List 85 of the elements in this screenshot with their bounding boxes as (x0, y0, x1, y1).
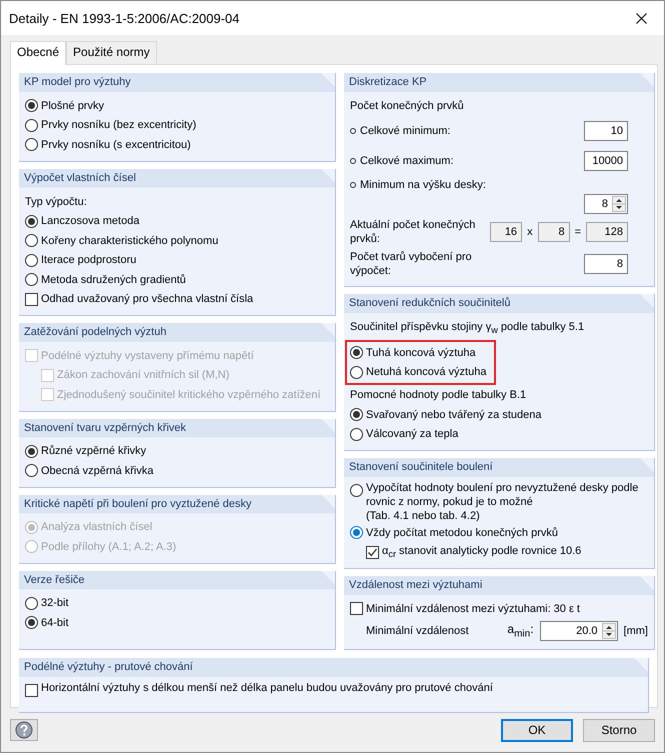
radio-button[interactable] (25, 273, 38, 286)
checkbox[interactable] (350, 602, 363, 616)
radio-label[interactable]: Tuhá koncová výztuha (366, 346, 476, 360)
radio-button[interactable] (25, 214, 38, 228)
radio-button[interactable] (25, 234, 38, 248)
radio-button[interactable] (25, 596, 38, 610)
field-label: Aktuální počet konečných prvků: (350, 218, 476, 246)
spinner-icon[interactable] (612, 196, 626, 212)
radio-button[interactable] (25, 616, 38, 630)
number-field[interactable]: 10000 (584, 151, 628, 171)
radio-button[interactable] (350, 366, 363, 379)
spin-box[interactable]: 20.0 (540, 620, 618, 641)
radio-label[interactable]: Iterace podprostoru (41, 253, 136, 268)
spin-box[interactable]: 8 (584, 194, 628, 214)
radio-label[interactable]: 32-bit (41, 596, 69, 610)
number-field: 128 (586, 222, 628, 242)
checkbox-label[interactable]: Odhad uvažovaný pro všechna vlastní čísla (41, 292, 254, 306)
tab[interactable]: Obecné (10, 41, 66, 65)
dialog-button[interactable]: OK (501, 718, 573, 742)
radio-button[interactable] (25, 118, 38, 132)
section-label: Pomocné hodnoty podle tabulky B.1 (350, 388, 528, 404)
dialog-button[interactable]: Storno (583, 718, 655, 742)
checkbox-label[interactable]: α$_{cr}$ stanovit analyticky podle rovnice 10.6 (382, 544, 582, 562)
group-header: Podélné výztuhy - prutové chování (19, 658, 648, 677)
radio-button[interactable] (350, 346, 363, 360)
radio-label[interactable]: Netuhá koncová výztuha (366, 365, 486, 380)
group-header: KP model pro výztuhy (19, 73, 335, 92)
field-label: Minimální vzdálenost (366, 624, 470, 637)
tab[interactable]: Použité normy (66, 41, 157, 64)
radio-label[interactable]: Vypočítat hodnoty boulení pro nevyztužené desky podle rovnic z normy, pokud je to možné (Tab. 4.1 nebo tab. 4.2) (366, 481, 648, 524)
radio-button[interactable] (350, 428, 363, 441)
group-header: Vzdálenost mezi výztuhami (344, 576, 654, 596)
symbol-label: a$_{min}$: (507, 622, 534, 640)
spinner-icon[interactable] (602, 622, 616, 639)
operator-sign: x (526, 226, 534, 238)
number-field[interactable]: 8 (584, 254, 628, 274)
radio-label[interactable]: Různé vzpěrné křivky (41, 444, 146, 458)
radio-label[interactable]: Prvky nosníku (bez excentricity) (41, 118, 196, 132)
radio-label[interactable]: Plošné prvky (41, 98, 104, 113)
group-header: Výpočet vlastních čísel (19, 168, 335, 188)
radio-button[interactable] (25, 254, 38, 267)
radio-button[interactable] (25, 444, 38, 458)
radio-label[interactable]: Prvky nosníku (s excentricitou) (41, 138, 191, 152)
checkbox[interactable] (25, 684, 38, 697)
field-label: Celkové minimum: (360, 124, 450, 138)
radio-label[interactable]: 64-bit (41, 616, 69, 630)
group-header: Kritické napětí při boulení pro vyztužené desky (19, 494, 335, 514)
checkbox-label[interactable]: Minimální vzdálenost mezi výztuhami: 30 ε t (366, 602, 580, 616)
checkbox-label[interactable]: Horizontální výztuhy s délkou menší než délka panelu budou uvažovány pro prutové chování (41, 680, 493, 695)
section-label: Součinitel příspěvku stojiny γ$_{w}$ podle tabulky 5.1 (350, 320, 586, 338)
unit-label: [mm] (624, 624, 648, 637)
radio-button[interactable] (350, 408, 363, 422)
checkbox[interactable] (366, 546, 379, 559)
group-header: Stanovení redukčních součinitelů (344, 294, 654, 313)
radio-button[interactable] (350, 526, 363, 540)
radio-button[interactable] (25, 464, 38, 478)
operator-sign: = (574, 226, 582, 238)
field-label: Minimum na výšku desky: (360, 178, 486, 192)
radio-label[interactable]: Válcovaný za tepla (366, 427, 458, 442)
group-header: Stanovení tvaru vzpěrných křivek (19, 418, 335, 438)
window-title: Detaily - EN 1993-1-5:2006/AC:2009-04 (9, 10, 241, 26)
section-label: Typ výpočtu: (25, 194, 88, 210)
number-field: 16 (490, 222, 522, 242)
close-icon[interactable] (636, 12, 646, 24)
radio-label[interactable]: Svařovaný nebo tvářený za studena (366, 408, 542, 422)
field-label: Celkové maximum: (360, 154, 454, 168)
help-button[interactable] (10, 719, 38, 741)
radio-label[interactable]: Kořeny charakteristického polynomu (41, 234, 218, 248)
checkbox[interactable] (25, 292, 38, 306)
group-header: Verze řešiče (19, 570, 335, 590)
field-label: Počet tvarů vybočení pro výpočet: (350, 250, 473, 278)
group-header: Stanovení součinitele boulení (344, 458, 654, 478)
radio-button[interactable] (25, 138, 38, 152)
help-icon (15, 721, 33, 739)
radio-label[interactable]: Obecná vzpěrná křivka (41, 464, 154, 478)
radio-label[interactable]: Metoda sdružených gradientů (41, 272, 186, 287)
radio-label[interactable]: Vždy počítat metodou konečných prvků (366, 526, 558, 540)
section-label: Počet konečných prvků (350, 99, 465, 114)
number-field: 8 (538, 222, 570, 242)
group-header: Zatěžování podelných výztuh (19, 323, 335, 342)
radio-button[interactable] (25, 99, 38, 112)
radio-button[interactable] (350, 484, 363, 498)
number-field[interactable]: 10 (584, 121, 628, 141)
group-header: Diskretizace KP (344, 73, 654, 92)
radio-label[interactable]: Lanczosova metoda (41, 214, 140, 228)
